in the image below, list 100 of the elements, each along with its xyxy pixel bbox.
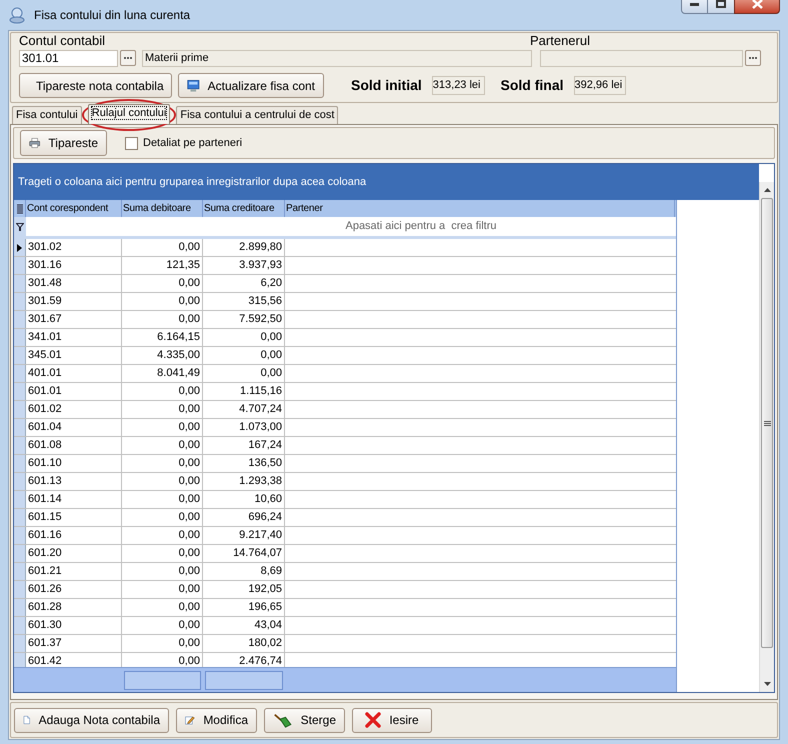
table-cell: 196,65 bbox=[203, 599, 285, 616]
table-cell: 0,00 bbox=[203, 347, 285, 364]
account-name-field: Materii prime bbox=[142, 50, 532, 66]
close-icon bbox=[752, 0, 762, 9]
scrollbar[interactable] bbox=[759, 182, 774, 692]
table-cell: 0,00 bbox=[122, 581, 203, 598]
table-cell: 0,00 bbox=[122, 617, 203, 634]
table-cell: 301.16 bbox=[26, 257, 122, 274]
table-cell: 601.02 bbox=[26, 401, 122, 418]
table-cell: 14.764,07 bbox=[203, 545, 285, 562]
balance-label: Sold final bbox=[500, 76, 564, 95]
table-cell: 1.293,38 bbox=[203, 473, 285, 490]
table-cell: 121,35 bbox=[122, 257, 203, 274]
column-header[interactable]: Suma debitoare bbox=[122, 200, 203, 217]
table-cell: 601.14 bbox=[26, 491, 122, 508]
row-indicator[interactable] bbox=[14, 239, 26, 256]
checkbox[interactable] bbox=[125, 136, 138, 150]
tab[interactable]: Rulajul contului bbox=[88, 104, 170, 124]
scroll-up-icon[interactable] bbox=[764, 188, 770, 192]
grip-icon bbox=[764, 420, 770, 426]
table-cell: 301.48 bbox=[26, 275, 122, 292]
table-cell: 0,00 bbox=[122, 401, 203, 418]
table-cell: 301.02 bbox=[26, 239, 122, 256]
table-cell: 6,20 bbox=[203, 275, 285, 292]
exit-button[interactable]: Iesire bbox=[352, 708, 432, 732]
table-cell: 43,04 bbox=[203, 617, 285, 634]
browse-button[interactable] bbox=[120, 50, 136, 66]
table-cell: 601.26 bbox=[26, 581, 122, 598]
table-cell: 601.10 bbox=[26, 455, 122, 472]
table-cell: 601.21 bbox=[26, 563, 122, 580]
table-cell: 601.08 bbox=[26, 437, 122, 454]
table-cell: 3.937,93 bbox=[203, 257, 285, 274]
table-cell: 2.899,80 bbox=[203, 239, 285, 256]
table-cell: 601.04 bbox=[26, 419, 122, 436]
table-cell: 0,00 bbox=[122, 437, 203, 454]
table-cell: 0,00 bbox=[203, 329, 285, 346]
balance-value-field: 392,96 lei bbox=[574, 76, 626, 95]
table-cell: 0,00 bbox=[122, 491, 203, 508]
table-cell: 315,56 bbox=[203, 293, 285, 310]
table-cell: 8,69 bbox=[203, 563, 285, 580]
column-header[interactable]: Suma creditoare bbox=[203, 200, 285, 217]
table-cell: 8.041,49 bbox=[122, 365, 203, 382]
table-cell: 601.15 bbox=[26, 509, 122, 526]
table-cell: 0,00 bbox=[122, 545, 203, 562]
maximize-button[interactable] bbox=[708, 0, 734, 14]
table-cell: 301.67 bbox=[26, 311, 122, 328]
table-cell: 192,05 bbox=[203, 581, 285, 598]
edit-button[interactable]: Modifica bbox=[176, 708, 257, 732]
group-by-area[interactable]: Trageti o coloana aici pentru gruparea inregistrarilor dupa acea coloana bbox=[14, 164, 759, 200]
minimize-button[interactable] bbox=[681, 0, 708, 14]
checkbox-label: Detaliat pe parteneri bbox=[143, 136, 242, 151]
balance-value-field: 313,23 lei bbox=[432, 76, 484, 95]
ellipsis-icon bbox=[748, 56, 758, 60]
table-cell: 0,00 bbox=[122, 563, 203, 580]
tab[interactable]: Fisa contului bbox=[12, 106, 82, 124]
refresh-button[interactable]: Actualizare fisa cont bbox=[178, 73, 324, 98]
browse-button[interactable] bbox=[745, 50, 761, 66]
ellipsis-icon bbox=[123, 56, 133, 60]
close-icon bbox=[365, 712, 382, 728]
table-cell: 0,00 bbox=[203, 365, 285, 382]
table-cell: 0,00 bbox=[122, 455, 203, 472]
table-cell: 601.01 bbox=[26, 383, 122, 400]
table-cell: 301.59 bbox=[26, 293, 122, 310]
table-cell: 0,00 bbox=[122, 509, 203, 526]
table-cell: 4.707,24 bbox=[203, 401, 285, 418]
table-cell: 0,00 bbox=[122, 239, 203, 256]
table-cell: 601.13 bbox=[26, 473, 122, 490]
table-cell: 9.217,40 bbox=[203, 527, 285, 544]
table-cell: 601.28 bbox=[26, 599, 122, 616]
scroll-down-icon[interactable] bbox=[764, 682, 770, 686]
tab[interactable]: Fisa contului a centrului de cost bbox=[176, 106, 338, 124]
app-icon bbox=[8, 6, 26, 24]
table-cell: 601.37 bbox=[26, 635, 122, 652]
delete-button[interactable]: Sterge bbox=[264, 708, 345, 732]
filter-row[interactable]: Apasati aici pentru a crea filtru bbox=[26, 217, 676, 236]
table-cell: 0,00 bbox=[122, 383, 203, 400]
broom-icon bbox=[273, 711, 293, 729]
table-cell: 601.30 bbox=[26, 617, 122, 634]
partner-field[interactable] bbox=[540, 50, 743, 66]
table-cell: 0,00 bbox=[122, 293, 203, 310]
field-label: Contul contabil bbox=[19, 34, 106, 48]
close-button[interactable] bbox=[734, 0, 780, 14]
table-cell: 0,00 bbox=[122, 419, 203, 436]
table-cell: 6.164,15 bbox=[122, 329, 203, 346]
account-code-field[interactable]: 301.01 bbox=[19, 50, 118, 66]
table-cell: 1.073,00 bbox=[203, 419, 285, 436]
field-label: Partenerul bbox=[530, 34, 590, 48]
table-cell: 0,00 bbox=[122, 311, 203, 328]
table-cell: 167,24 bbox=[203, 437, 285, 454]
window-title: Fisa contului din luna curenta bbox=[34, 7, 192, 24]
add-entry-button[interactable]: Adauga Nota contabila bbox=[14, 708, 169, 732]
print-button[interactable]: Tipareste bbox=[20, 130, 107, 156]
table-cell: 341.01 bbox=[26, 329, 122, 346]
table-cell: 1.115,16 bbox=[203, 383, 285, 400]
table-cell: 401.01 bbox=[26, 365, 122, 382]
table-cell: 10,60 bbox=[203, 491, 285, 508]
column-header[interactable]: Partener bbox=[285, 200, 675, 217]
table-cell: 136,50 bbox=[203, 455, 285, 472]
column-header[interactable]: Cont corespondent bbox=[26, 200, 122, 217]
table-cell: 0,00 bbox=[122, 275, 203, 292]
